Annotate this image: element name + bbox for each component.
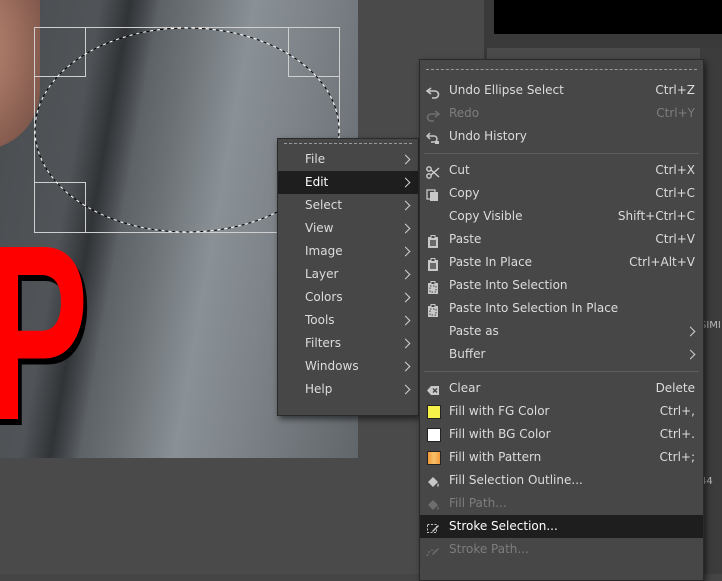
paste-icon: [426, 233, 440, 248]
bg-color-swatch-icon: [427, 428, 441, 442]
stroke-path-item[interactable]: Stroke Path...: [420, 538, 703, 561]
redo-item[interactable]: Redo Ctrl+Y: [420, 102, 703, 125]
fg-color-swatch-icon: [427, 405, 441, 419]
stroke-selection-item[interactable]: Stroke Selection...: [420, 515, 703, 538]
fill-with-bg-color-item[interactable]: Fill with BG Color Ctrl+.: [420, 423, 703, 446]
fill-with-pattern-item[interactable]: Fill with Pattern Ctrl+;: [420, 446, 703, 469]
menu-tools[interactable]: Tools: [278, 309, 418, 332]
edit-submenu: Undo Ellipse Select Ctrl+Z Redo Ctrl+Y U…: [419, 59, 704, 581]
menu-layer[interactable]: Layer: [278, 263, 418, 286]
right-panel-preview: [484, 0, 722, 48]
submenu-arrow-icon: [400, 315, 411, 326]
image-red-text: IP: [0, 208, 89, 458]
paste-into-selection-icon: [426, 279, 440, 294]
paste-as-item[interactable]: Paste as: [420, 320, 703, 343]
menu-separator: [424, 153, 699, 154]
pattern-swatch-icon: [427, 451, 441, 465]
stroke-selection-icon: [426, 520, 440, 533]
menu-separator: [424, 371, 699, 372]
menu-filters[interactable]: Filters: [278, 332, 418, 355]
submenu-arrow-icon: [685, 326, 696, 337]
copy-item[interactable]: Copy Ctrl+C: [420, 182, 703, 205]
copy-visible-item[interactable]: Copy Visible Shift+Ctrl+C: [420, 205, 703, 228]
paste-into-selection-item[interactable]: Paste Into Selection: [420, 274, 703, 297]
submenu-arrow-icon: [400, 292, 411, 303]
clear-item[interactable]: Clear Delete: [420, 377, 703, 400]
paste-item[interactable]: Paste Ctrl+V: [420, 228, 703, 251]
submenu-arrow-icon: [400, 154, 411, 165]
stroke-path-icon: [426, 543, 440, 557]
submenu-arrow-icon: [400, 338, 411, 349]
submenu-tearoff[interactable]: [420, 60, 703, 79]
redo-icon: [426, 107, 441, 122]
submenu-arrow-icon: [400, 361, 411, 372]
submenu-arrow-icon: [400, 384, 411, 395]
undo-ellipse-select-item[interactable]: Undo Ellipse Select Ctrl+Z: [420, 79, 703, 102]
bucket-fill-icon: [426, 474, 440, 487]
submenu-arrow-icon: [400, 200, 411, 211]
paste-in-place-icon: [426, 256, 440, 271]
menu-image[interactable]: Image: [278, 240, 418, 263]
undo-history-item[interactable]: Undo History: [420, 125, 703, 148]
menu-file[interactable]: File: [278, 148, 418, 171]
menu-tearoff[interactable]: [278, 139, 418, 148]
paste-into-selection-in-place-item[interactable]: Paste Into Selection In Place: [420, 297, 703, 320]
menu-select[interactable]: Select: [278, 194, 418, 217]
fill-path-item[interactable]: Fill Path...: [420, 492, 703, 515]
submenu-arrow-icon: [400, 177, 411, 188]
paste-in-place-item[interactable]: Paste In Place Ctrl+Alt+V: [420, 251, 703, 274]
undo-icon: [425, 84, 440, 99]
submenu-arrow-icon: [685, 349, 696, 360]
bucket-fill-path-icon: [426, 497, 440, 510]
menu-view[interactable]: View: [278, 217, 418, 240]
buffer-item[interactable]: Buffer: [420, 343, 703, 366]
menu-help[interactable]: Help: [278, 378, 418, 401]
menu-windows[interactable]: Windows: [278, 355, 418, 378]
menu-edit[interactable]: Edit: [278, 171, 418, 194]
cut-item[interactable]: Cut Ctrl+X: [420, 159, 703, 182]
fill-with-fg-color-item[interactable]: Fill with FG Color Ctrl+,: [420, 400, 703, 423]
scissors-icon: [426, 164, 440, 179]
submenu-arrow-icon: [400, 223, 411, 234]
paste-into-selection-in-place-icon: [426, 302, 440, 317]
copy-icon: [426, 187, 440, 201]
submenu-arrow-icon: [400, 269, 411, 280]
submenu-arrow-icon: [400, 246, 411, 257]
preview-black-area: [494, 0, 722, 34]
menu-colors[interactable]: Colors: [278, 286, 418, 309]
image-menu: File Edit Select View Image Layer Colors…: [277, 138, 419, 416]
clear-icon: [426, 382, 440, 395]
fill-selection-outline-item[interactable]: Fill Selection Outline...: [420, 469, 703, 492]
undo-history-icon: [425, 130, 440, 144]
